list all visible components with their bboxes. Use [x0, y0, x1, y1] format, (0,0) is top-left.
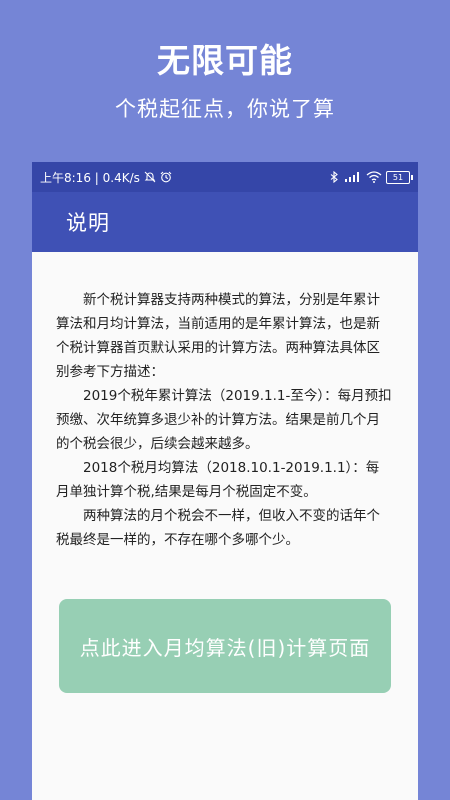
promo-title: 无限可能: [157, 41, 293, 80]
description-content: 新个税计算器支持两种模式的算法，分别是年累计算法和月均计算法，当前适用的是年累计…: [32, 252, 418, 552]
status-left: 上午8:16 | 0.4K/s: [40, 169, 172, 186]
paragraph-intro: 新个税计算器支持两种模式的算法，分别是年累计算法和月均计算法，当前适用的是年累计…: [56, 292, 380, 380]
status-bar: 上午8:16 | 0.4K/s 51: [32, 162, 418, 192]
bluetooth-icon: [328, 170, 340, 184]
enter-monthly-calculator-button[interactable]: 点此进入月均算法(旧)计算页面: [59, 599, 391, 693]
battery-icon: 51: [386, 170, 413, 184]
phone-screen: 上午8:16 | 0.4K/s 51 说明 新个税计算器支持两种模式的算法，分别…: [32, 162, 418, 800]
status-right: 51: [328, 170, 413, 184]
status-time-speed: 上午8:16 | 0.4K/s: [40, 170, 140, 185]
page-title: 说明: [66, 211, 110, 235]
mute-bell-icon: [144, 171, 156, 183]
paragraph-annual-method: 2019个税年累计算法（2019.1.1-至今）：每月预扣预缴、次年统算多退少补…: [56, 388, 392, 452]
wifi-icon: [366, 171, 382, 183]
signal-icon: [344, 171, 362, 183]
promo-subtitle: 个税起征点，你说了算: [115, 97, 335, 121]
alarm-icon: [160, 171, 172, 183]
paragraph-monthly-method: 2018个税月均算法（2018.10.1-2019.1.1）：每月单独计算个税,…: [56, 460, 380, 500]
app-bar: 说明: [32, 192, 418, 252]
paragraph-conclusion: 两种算法的月个税会不一样，但收入不变的话年个税最终是一样的，不存在哪个多哪个少。: [56, 508, 380, 548]
